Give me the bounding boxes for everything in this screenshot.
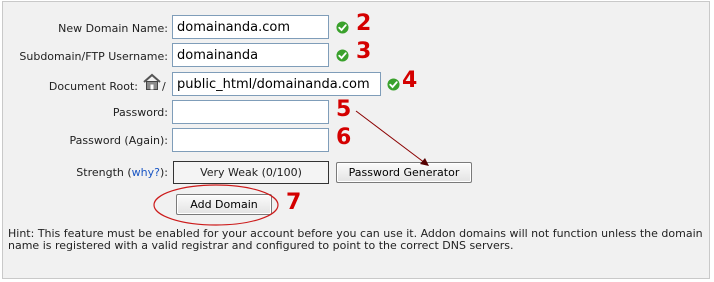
step-marker-3: 3 [356, 39, 372, 64]
password-strength-meter: Very Weak (0/100) [173, 161, 329, 184]
subdomain-label: Subdomain/FTP Username: [19, 50, 168, 63]
document-root-input[interactable] [172, 72, 381, 96]
new-domain-label: New Domain Name: [58, 22, 168, 35]
valid-check-icon [387, 78, 400, 91]
step-marker-4: 4 [402, 68, 418, 93]
strength-paren-close: ): [160, 166, 168, 179]
step-marker-5: 5 [336, 97, 352, 122]
home-icon [143, 73, 161, 90]
hint-text: Hint: This feature must be enabled for y… [8, 227, 703, 252]
password-label: Password: [112, 106, 168, 119]
add-domain-button[interactable]: Add Domain [176, 194, 272, 215]
password-again-input[interactable] [172, 128, 329, 152]
subdomain-input[interactable] [172, 43, 329, 67]
password-generator-button[interactable]: Password Generator [336, 162, 472, 183]
password-input[interactable] [172, 100, 329, 124]
why-link[interactable]: why? [132, 166, 160, 179]
password-again-label: Password (Again): [69, 134, 168, 147]
valid-check-icon [336, 21, 349, 34]
document-root-label: Document Root: [48, 80, 138, 93]
new-domain-input[interactable] [172, 15, 329, 39]
step-marker-2: 2 [356, 11, 372, 36]
docroot-prefix: / [162, 80, 166, 93]
strength-label: Strength (why?): [76, 166, 168, 179]
valid-check-icon [336, 49, 349, 62]
step-marker-7: 7 [286, 190, 302, 215]
strength-label-text: Strength [76, 166, 124, 179]
step-marker-6: 6 [336, 125, 352, 150]
